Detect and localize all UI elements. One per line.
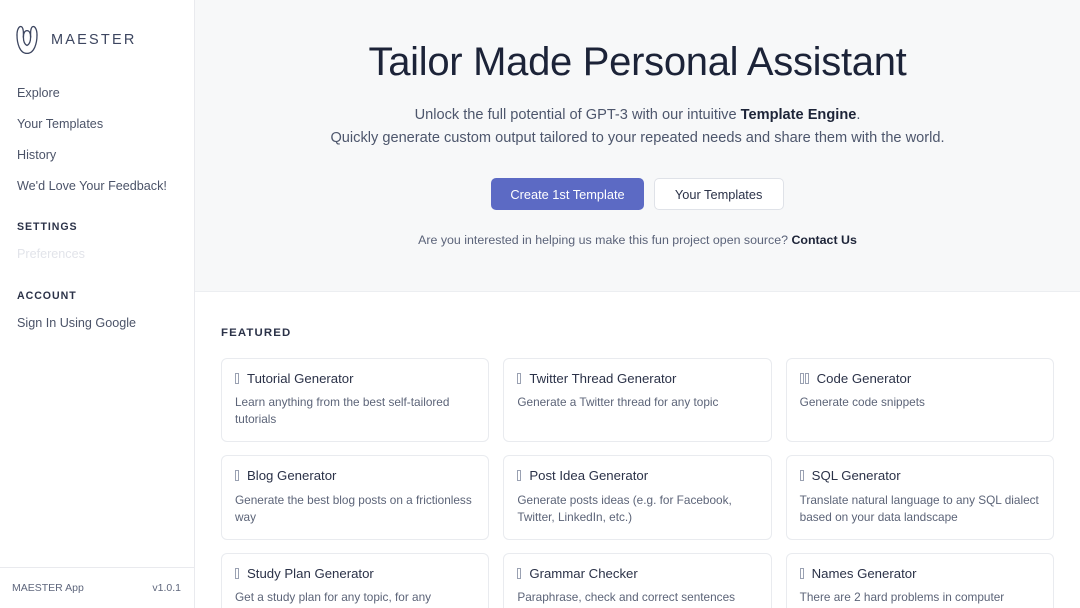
- hero-open-source-note: Are you interested in helping us make th…: [225, 233, 1050, 247]
- card-description: Get a study plan for any topic, for any …: [235, 589, 432, 608]
- sidebar-footer-version: v1.0.1: [152, 582, 181, 594]
- missing-glyph-box-icon: [235, 372, 240, 386]
- card-title: Twitter Thread Generator: [529, 371, 677, 386]
- template-card[interactable]: Code Generator Generate code snippets: [785, 358, 1054, 443]
- card-head: Code Generator: [799, 371, 1040, 386]
- card-head: Post Idea Generator: [517, 468, 757, 483]
- create-first-template-button[interactable]: Create 1st Template: [491, 178, 644, 211]
- hero-subtitle-line1-post: .: [856, 106, 861, 123]
- sidebar-item-your-templates[interactable]: Your Templates: [0, 109, 194, 140]
- sidebar-footer-app-label: MAESTER App: [12, 582, 84, 594]
- template-card[interactable]: Post Idea Generator Generate posts ideas…: [503, 455, 772, 540]
- card-description: Learn anything from the best self-tailor…: [235, 395, 450, 427]
- missing-glyph-box-icon: [799, 567, 805, 581]
- sidebar: MAESTER Explore Your Templates History W…: [0, 0, 195, 608]
- missing-glyph-box-icon: [799, 372, 810, 386]
- hero-subtitle-line1-pre: Unlock the full potential of GPT-3 with …: [414, 106, 741, 123]
- missing-glyph-box-icon: [517, 372, 522, 386]
- sidebar-nav: Explore Your Templates History We'd Love…: [0, 62, 194, 567]
- missing-glyph-box-icon: [517, 567, 522, 581]
- card-head: Tutorial Generator: [235, 371, 475, 386]
- template-card[interactable]: Names Generator There are 2 hard problem…: [785, 552, 1054, 608]
- card-description: Generate code snippets: [799, 395, 925, 410]
- sidebar-item-feedback[interactable]: We'd Love Your Feedback!: [0, 171, 194, 202]
- hero-subtitle-emphasis: Template Engine: [740, 106, 857, 123]
- template-card[interactable]: Blog Generator Generate the best blog po…: [221, 455, 490, 540]
- hero-subtitle-line2: Quickly generate custom output tailored …: [330, 130, 945, 147]
- card-head: Blog Generator: [235, 468, 475, 483]
- missing-glyph-box-icon: [235, 469, 240, 483]
- sidebar-heading-settings: SETTINGS: [17, 221, 78, 234]
- hero-subtitle: Unlock the full potential of GPT-3 with …: [225, 104, 1050, 151]
- card-head: Names Generator: [799, 565, 1040, 581]
- card-head: SQL Generator: [799, 468, 1040, 484]
- contact-us-link[interactable]: Contact Us: [791, 233, 856, 247]
- main-content: Tailor Made Personal Assistant Unlock th…: [195, 0, 1080, 608]
- card-title: Blog Generator: [247, 468, 337, 484]
- card-description: Generate posts ideas (e.g. for Facebook,…: [517, 492, 732, 524]
- sidebar-item-preferences: Preferences: [17, 247, 85, 262]
- template-card[interactable]: Twitter Thread Generator Generate a Twit…: [503, 358, 772, 443]
- missing-glyph-box-icon: [799, 469, 805, 483]
- card-head: Study Plan Generator: [235, 566, 475, 581]
- your-templates-button[interactable]: Your Templates: [653, 178, 784, 211]
- template-card[interactable]: Study Plan Generator Get a study plan fo…: [221, 552, 490, 608]
- hero-note-text: Are you interested in helping us make th…: [418, 233, 792, 248]
- card-title: Grammar Checker: [529, 565, 638, 581]
- card-description: Paraphrase, check and correct sentences: [517, 589, 736, 604]
- card-title: Tutorial Generator: [247, 371, 354, 386]
- brand-name: MAESTER: [51, 32, 137, 48]
- template-card[interactable]: SQL Generator Translate natural language…: [785, 455, 1054, 540]
- card-title: Study Plan Generator: [247, 565, 374, 581]
- sidebar-item-explore[interactable]: Explore: [0, 78, 194, 109]
- template-card[interactable]: Grammar Checker Paraphrase, check and co…: [503, 552, 772, 608]
- app-root: MAESTER Explore Your Templates History W…: [0, 0, 1080, 608]
- card-title: Names Generator: [811, 565, 917, 581]
- sidebar-footer: MAESTER App v1.0.1: [0, 567, 194, 608]
- featured-card-grid: Tutorial Generator Learn anything from t…: [221, 358, 1054, 608]
- template-card[interactable]: Tutorial Generator Learn anything from t…: [221, 358, 490, 443]
- featured-section: FEATURED Tutorial Generator Learn anythi…: [195, 292, 1080, 608]
- card-title: Code Generator: [816, 371, 912, 386]
- sidebar-item-sign-in-google[interactable]: Sign In Using Google: [0, 308, 194, 339]
- missing-glyph-box-icon: [235, 567, 240, 581]
- featured-heading: FEATURED: [221, 327, 292, 339]
- card-title: Post Idea Generator: [529, 468, 649, 484]
- maester-flower-logo-icon: [16, 25, 38, 55]
- card-head: Grammar Checker: [517, 566, 757, 581]
- card-description: Generate a Twitter thread for any topic: [517, 395, 719, 410]
- brand[interactable]: MAESTER: [0, 0, 194, 62]
- card-description: Generate the best blog posts on a fricti…: [235, 492, 472, 524]
- sidebar-item-history[interactable]: History: [0, 140, 194, 171]
- card-description: Translate natural language to any SQL di…: [799, 492, 1039, 524]
- hero-section: Tailor Made Personal Assistant Unlock th…: [195, 0, 1080, 292]
- page-title: Tailor Made Personal Assistant: [368, 40, 907, 84]
- card-description: There are 2 hard problems in computer sc…: [799, 589, 1005, 608]
- hero-actions: Create 1st Template Your Templates: [225, 178, 1050, 211]
- missing-glyph-box-icon: [517, 469, 522, 483]
- card-head: Twitter Thread Generator: [517, 371, 757, 386]
- sidebar-heading-account: ACCOUNT: [17, 289, 77, 302]
- card-title: SQL Generator: [811, 468, 901, 484]
